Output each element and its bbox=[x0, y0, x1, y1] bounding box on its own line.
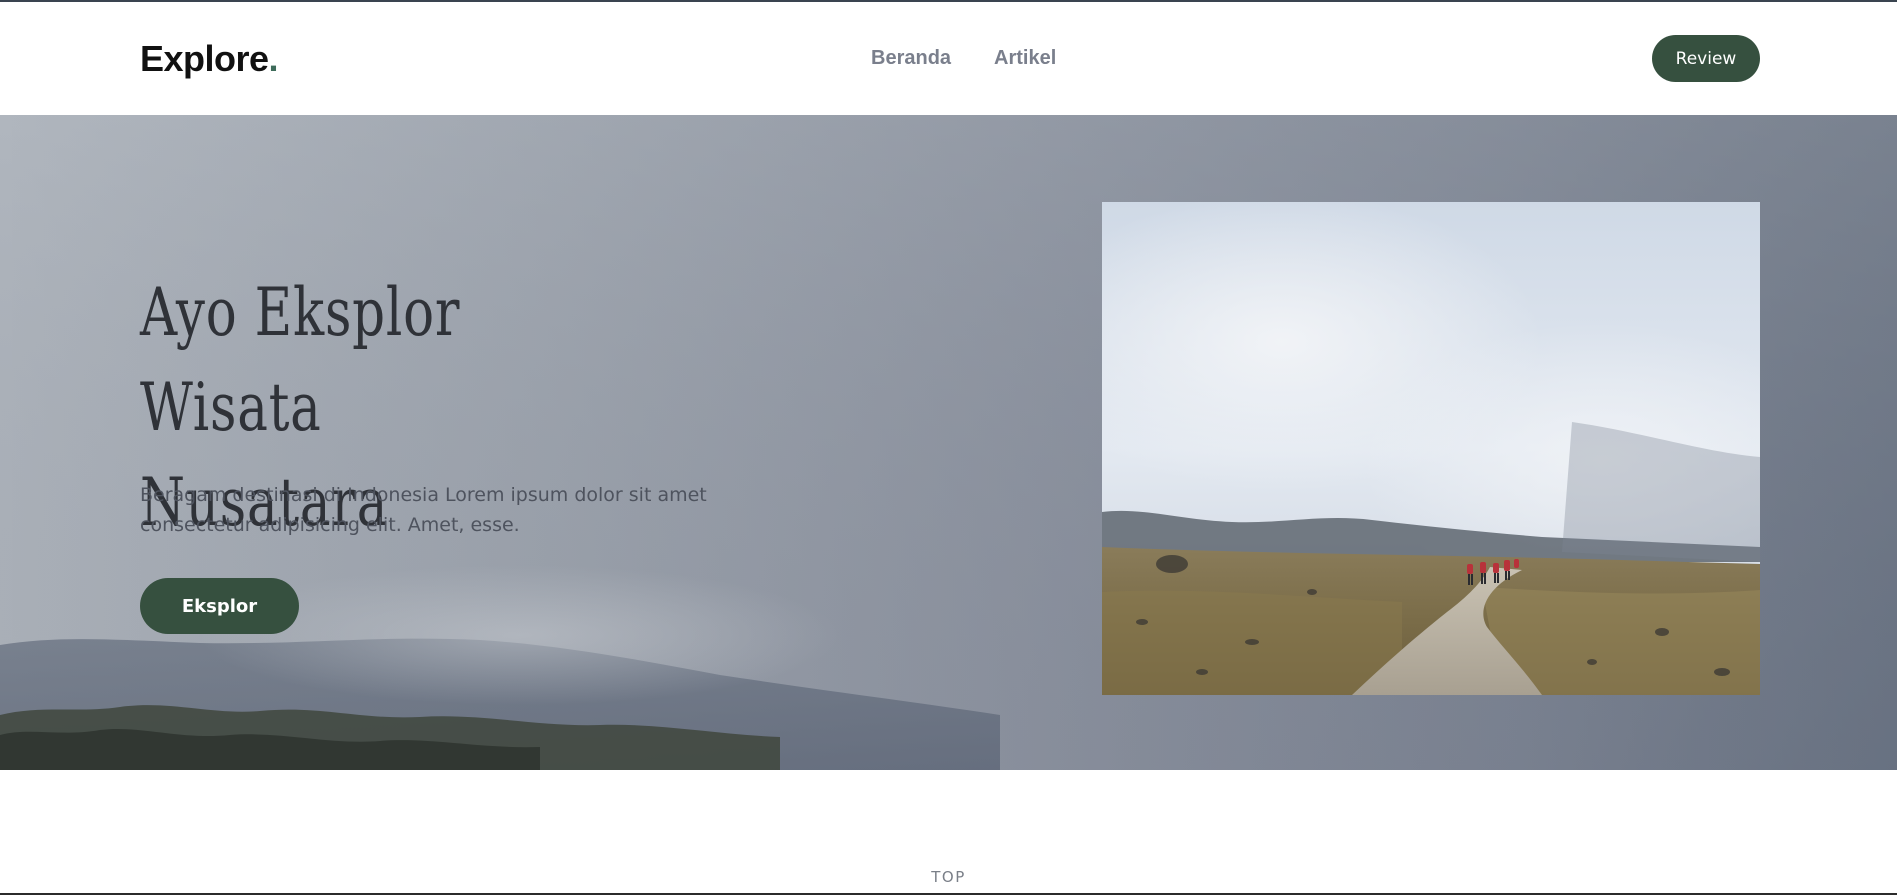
brand-logo[interactable]: Explore. bbox=[140, 38, 279, 80]
brand-text: Explore bbox=[140, 38, 269, 79]
nav-links: Beranda Artikel bbox=[871, 47, 1056, 70]
hikers-trail-image bbox=[1102, 202, 1760, 695]
back-to-top-link[interactable]: TOP bbox=[0, 868, 1897, 886]
hero-photo bbox=[1102, 202, 1760, 695]
nav-link-beranda[interactable]: Beranda bbox=[871, 47, 951, 70]
nav-link-artikel[interactable]: Artikel bbox=[994, 47, 1056, 70]
eksplor-button[interactable]: Eksplor bbox=[140, 578, 299, 634]
navbar: Explore. Beranda Artikel Review bbox=[0, 2, 1897, 115]
review-button[interactable]: Review bbox=[1652, 35, 1760, 82]
hero-description: Beragam destinasi di Indonesia Lorem ips… bbox=[140, 484, 707, 536]
brand-dot: . bbox=[268, 38, 279, 79]
page: Explore. Beranda Artikel Review Ayo Eksp… bbox=[0, 0, 1897, 895]
hero-section: Ayo Eksplor Wisata Nusatara Beragam dest… bbox=[0, 115, 1897, 770]
